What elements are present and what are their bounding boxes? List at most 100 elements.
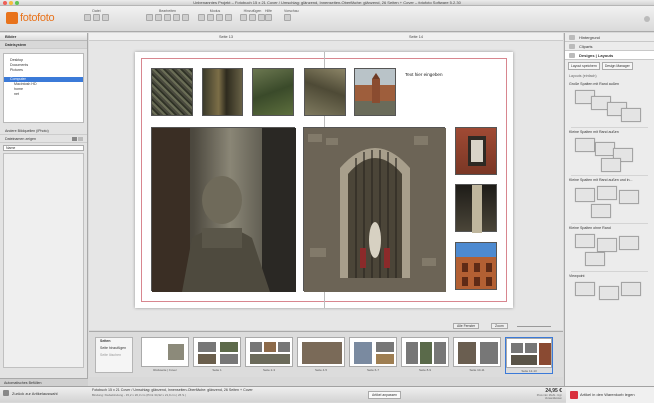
tab-label: Hintergrund [579,35,600,40]
move-icon[interactable] [207,14,214,21]
paste-icon[interactable] [182,14,189,21]
thumb-page-8-9[interactable]: Seite 8-9 [401,337,449,372]
back-arrow-icon [3,390,9,396]
crop-icon[interactable] [216,14,223,21]
tab-label: Designs | Layouts [579,53,614,58]
window-controls[interactable] [3,1,19,5]
add-image-icon[interactable] [240,14,247,21]
zoom-bar: Alle Fenster Zoom [89,322,563,330]
zoom-button[interactable]: Zoom [491,323,508,329]
thumb-page-12-13[interactable]: Seite 12-13 [505,337,553,374]
tab-designs-layouts[interactable]: Designs | Layouts [565,51,654,60]
tree-item-pictures[interactable]: Pictures [4,68,83,73]
thumb-cover[interactable]: Rückseite | Cover [141,337,189,372]
add-text-icon[interactable] [249,14,256,21]
alley-photo [472,185,482,233]
layout-group[interactable] [571,184,648,224]
thumb-page-1[interactable]: Seite 1 [193,337,241,372]
thumb-page-10-11[interactable]: Seite 10-11 [453,337,501,372]
add-page-button[interactable]: Seite hinzufügen [96,345,132,352]
toolbar-group-label: Datei [92,9,101,13]
grid-view-icon[interactable] [72,137,77,141]
copy-icon[interactable] [173,14,180,21]
filesystem-section[interactable]: Dateisystem [0,41,87,49]
photo-slot-large[interactable] [303,127,446,292]
layout-group[interactable] [571,280,648,320]
layout-actions: Layout speichern Design Manager [565,60,654,72]
design-manager-button[interactable]: Design Manager [601,62,633,70]
building-photo [462,263,492,286]
adjust-product-button[interactable]: Artikel anpassen [368,391,402,399]
delete-page-button[interactable]: Seite löschen [96,352,132,359]
statue-photo [152,128,296,292]
cart-label: Artikel in den Warenkorb legen [580,392,635,397]
text-box[interactable]: Text hier eingeben [405,72,443,77]
editor-canvas: Seite 13 Seite 14 Text hier eingeben [89,33,563,330]
photo-slot[interactable] [304,68,346,116]
cut-icon[interactable] [164,14,171,21]
photo-slot[interactable] [151,68,193,116]
layout-group[interactable] [571,88,648,128]
tree-item-net[interactable]: net [4,92,83,97]
photo-slot[interactable] [455,184,497,233]
layout-category[interactable]: Layouts (einfach) [565,72,654,80]
thumb-page-4-5[interactable]: Seite 4-5 [297,337,345,372]
photo-slot[interactable] [202,68,243,116]
filename-toggle-label[interactable]: Dateinamen zeigen [5,135,36,142]
pages-heading: Seiten [100,339,111,343]
background-icon [569,35,575,40]
preview-icon[interactable] [284,14,291,21]
zoom-slider[interactable] [517,326,551,327]
redo-icon[interactable] [155,14,162,21]
back-to-products-button[interactable]: Zurück zur Artikelauswahl [3,390,58,396]
save-icon[interactable] [102,14,109,21]
thumb-label: Rückseite | Cover [153,368,177,372]
settings-icon[interactable] [644,16,650,22]
new-icon[interactable] [84,14,91,21]
toolbar-group-preview: Vorschau [284,9,299,21]
section-viewpoint[interactable]: Viewpoint [565,272,654,280]
section-small-columns-inner[interactable]: Kleine Spalten mit Rand außen und in... [565,176,654,184]
help-icon[interactable] [265,14,272,21]
fit-all-button[interactable]: Alle Fenster [453,323,480,329]
other-sources[interactable]: Andere Bildquellen (iPhoto) [0,127,87,135]
thumbnail-grid [3,153,84,368]
door-photo [468,136,486,166]
thumb-page-2-3[interactable]: Seite 2-3 [245,337,293,372]
brand-logo: fotofoto [6,12,55,24]
section-no-border[interactable]: Kleine Spalten ohne Rand [565,224,654,232]
pointer-icon[interactable] [198,14,205,21]
thumb-label: Seite 10-11 [469,368,485,372]
auto-fill-button[interactable]: Automatisches Befüllen [0,378,88,386]
toolbar-group-label: Hinzufügen [243,9,262,13]
layout-group[interactable] [571,136,648,176]
photo-slot[interactable] [354,68,396,116]
window-title: Unbenanntes Projekt – Fotobuch 15 x 21 C… [193,0,461,5]
close-icon[interactable] [3,1,7,5]
tab-cliparts[interactable]: Cliparts [565,42,654,51]
rotate-icon[interactable] [225,14,232,21]
toolbar-group-label: Bearbeiten [159,9,176,13]
tab-background[interactable]: Hintergrund [565,33,654,42]
photo-slot-large[interactable] [151,127,296,292]
thumb-label: Seite 8-9 [418,368,431,372]
photo-slot[interactable] [455,127,497,175]
save-layout-button[interactable]: Layout speichern [568,62,600,70]
folder-tree: Desktop Documents Pictures Computer Maci… [3,53,84,123]
minimize-icon[interactable] [9,1,13,5]
thumb-page-6-7[interactable]: Seite 6-7 [349,337,397,372]
book-spread[interactable]: Text hier eingeben [135,52,513,308]
list-view-icon[interactable] [78,137,83,141]
section-small-columns[interactable]: Kleine Spalten mit Rand außen [565,128,654,136]
undo-icon[interactable] [146,14,153,21]
open-icon[interactable] [93,14,100,21]
filename-toggle-row: Dateinamen zeigen [0,135,87,143]
zoom-icon[interactable] [15,1,19,5]
add-to-cart-button[interactable]: Artikel in den Warenkorb legen [566,387,654,403]
layout-group[interactable] [571,232,648,272]
section-large-columns[interactable]: Große Spalten mit Rand außen [565,80,654,88]
sort-select[interactable]: Name [3,145,84,151]
photo-slot[interactable] [252,68,294,116]
photo-slot[interactable] [455,242,497,290]
add-shape-icon[interactable] [258,14,265,21]
